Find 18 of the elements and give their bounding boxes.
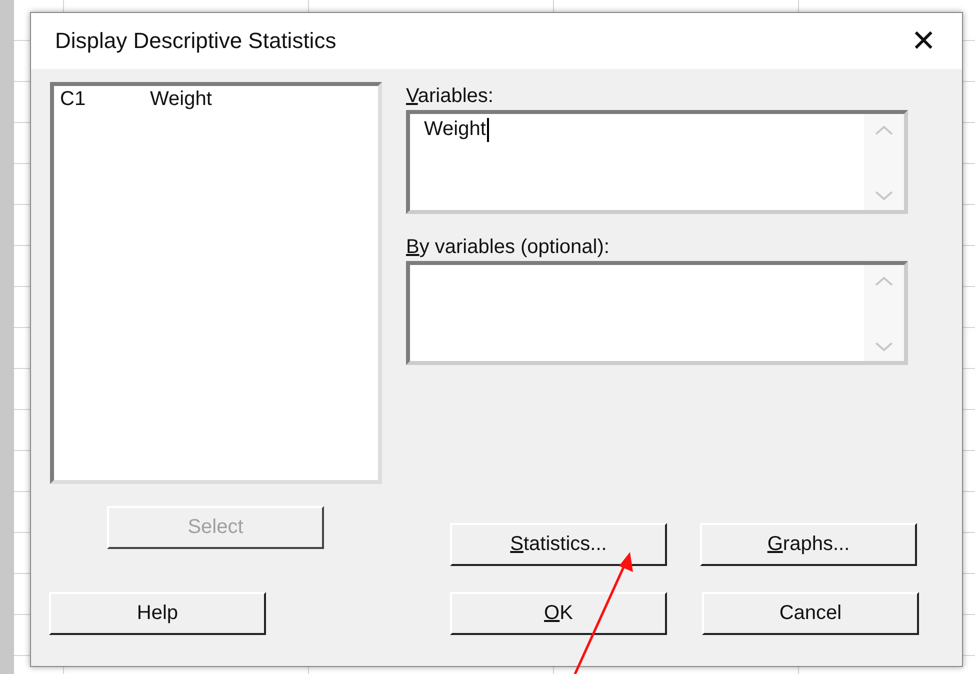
scroll-bar[interactable]: [864, 114, 904, 210]
scroll-down-icon[interactable]: [874, 341, 894, 353]
by-variables-field[interactable]: [406, 261, 908, 365]
scroll-up-icon[interactable]: [874, 124, 894, 136]
scroll-down-icon[interactable]: [874, 190, 894, 202]
ok-button[interactable]: OK: [450, 592, 667, 635]
scroll-up-icon[interactable]: [874, 275, 894, 287]
help-button[interactable]: Help: [49, 592, 266, 635]
cancel-button[interactable]: Cancel: [702, 592, 919, 635]
graphs-button[interactable]: Graphs...: [700, 523, 917, 566]
field-label: Variables:: [406, 85, 494, 108]
window-title: Display Descriptive Statistics: [55, 28, 336, 54]
close-button[interactable]: ✕: [911, 23, 936, 59]
scroll-bar[interactable]: [864, 265, 904, 361]
variables-field[interactable]: Weight: [406, 110, 908, 214]
field-label: By variables (optional):: [406, 236, 610, 259]
column-list-item[interactable]: C1 Weight: [60, 88, 372, 111]
statistics-button[interactable]: Statistics...: [450, 523, 667, 566]
